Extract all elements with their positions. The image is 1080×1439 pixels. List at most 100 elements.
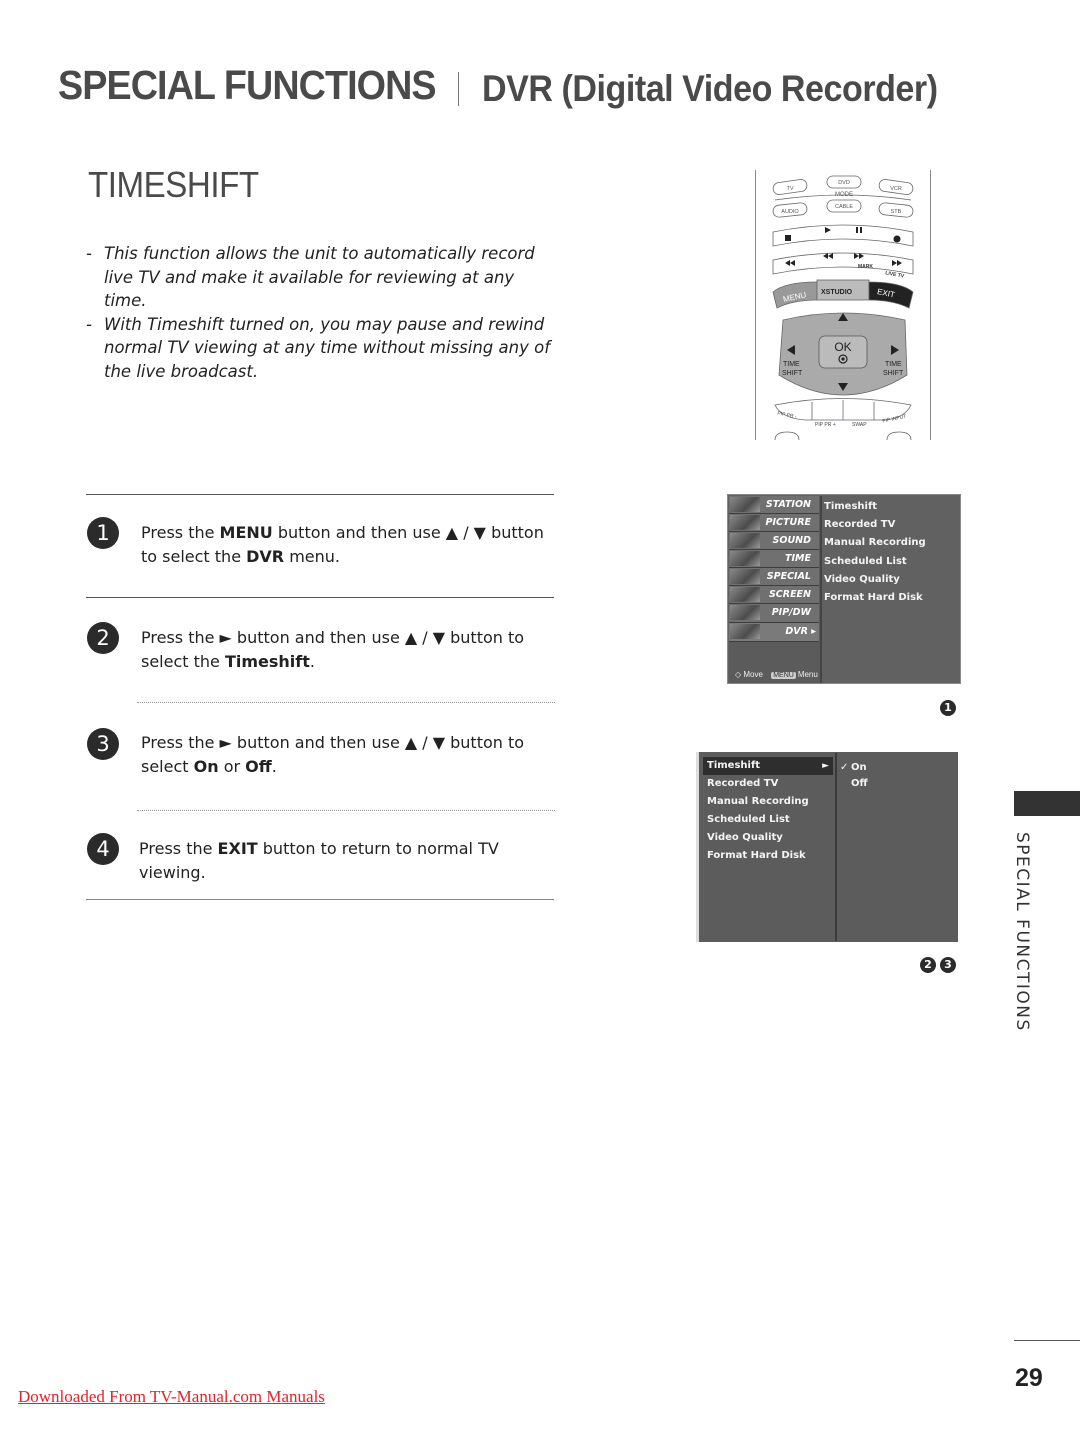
move-icon: ◇: [735, 670, 742, 679]
page-subtitle: DVR (Digital Video Recorder): [482, 68, 938, 109]
menu-item-manual-recording[interactable]: Manual Recording: [700, 793, 835, 811]
intro-bullet: - This function allows the unit to automa…: [86, 244, 535, 311]
vcr-label: VCR: [890, 186, 902, 192]
divider: [86, 597, 554, 598]
timeshift-options-column: ✓ On Off: [837, 753, 957, 941]
menu-category-station[interactable]: STATION: [729, 496, 819, 514]
page-number-rule: [1014, 1340, 1080, 1341]
menu-item-video-quality[interactable]: Video Quality: [824, 571, 926, 589]
divider-dotted: [137, 810, 555, 811]
step-keyword: On: [193, 756, 219, 776]
chapter-label: SPECIAL FUNCTIONS: [1012, 832, 1032, 1032]
dvr-items-column: Timeshift ► Recorded TV Manual Recording …: [700, 753, 837, 941]
stb-label: STB: [891, 209, 902, 215]
step-keyword: Off: [245, 756, 272, 776]
record-icon: [893, 235, 901, 243]
step-number: 4: [87, 833, 119, 865]
step-text-segment: .: [309, 651, 315, 671]
step-text-segment: menu.: [284, 546, 340, 566]
section-title: TIMESHIFT: [88, 164, 259, 205]
title-divider: [458, 72, 459, 106]
step-3-text: Press the ► button and then use ▲ / ▼ bu…: [141, 731, 556, 778]
step-keyword: EXIT: [217, 839, 258, 858]
svg-text:SHIFT: SHIFT: [883, 370, 904, 377]
menu-item-scheduled-list[interactable]: Scheduled List: [824, 553, 926, 571]
check-icon: ✓: [840, 762, 849, 773]
menu-category-sound[interactable]: SOUND: [729, 532, 819, 550]
step-number: 2: [87, 622, 119, 654]
svg-text:SHIFT: SHIFT: [782, 370, 803, 377]
menu-item-manual-recording[interactable]: Manual Recording: [824, 534, 926, 552]
step-number: 3: [87, 728, 119, 760]
figure-marker: 2: [920, 957, 936, 973]
menu-item-recorded-tv[interactable]: Recorded TV: [824, 516, 926, 534]
figure-marker: 1: [940, 700, 956, 716]
menu-category-column: STATION PICTURE SOUND TIME SPECIAL SCREE…: [729, 496, 822, 683]
xstudio-label: XSTUDIO: [821, 289, 853, 296]
step-number: 1: [87, 517, 119, 549]
dvr-submenu-items: Timeshift Recorded TV Manual Recording S…: [824, 498, 926, 607]
step-4-text: Press the EXIT button to return to norma…: [139, 837, 554, 884]
dvr-icon: [730, 624, 760, 639]
menu-item-video-quality[interactable]: Video Quality: [700, 829, 835, 847]
intro-bullet: - With Timeshift turned on, you may pause…: [86, 314, 551, 381]
right-arrow-icon: ►: [822, 761, 829, 771]
divider-dotted: [137, 702, 555, 703]
sound-icon: [730, 533, 760, 548]
chapter-tab: [1014, 791, 1080, 816]
remote-control-illustration: TV DVD VCR AUDIO CABLE STB MODE MARK LIV…: [755, 170, 931, 440]
option-off[interactable]: Off: [837, 776, 957, 792]
pip-pr-plus-label: PIP PR +: [815, 422, 836, 428]
step-keyword: Timeshift: [224, 651, 310, 671]
step-text-segment: Press the: [139, 839, 218, 858]
pipdw-icon: [730, 605, 760, 620]
menu-category-pipdw[interactable]: PIP/DW: [729, 604, 819, 623]
divider: [86, 494, 554, 495]
step-2-text: Press the ► button and then use ▲ / ▼ bu…: [141, 626, 556, 673]
divider: [86, 899, 554, 900]
transport-row-1: [772, 224, 914, 247]
ch-button: [886, 431, 912, 440]
ok-label: OK: [834, 340, 851, 354]
time-shift-left-label: TIME: [783, 361, 800, 368]
menu-category-dvr[interactable]: DVR ▸: [729, 623, 819, 642]
menu-category-screen[interactable]: SCREEN: [729, 586, 819, 604]
stop-icon: [785, 235, 791, 241]
tv-label: TV: [786, 186, 793, 192]
vol-button: [774, 431, 800, 440]
picture-icon: [730, 515, 760, 530]
menu-item-timeshift-selected[interactable]: Timeshift ►: [703, 757, 833, 775]
step-text-segment: .: [271, 756, 277, 776]
step-text-segment: Press the ► button and then use ▲ / ▼ bu…: [141, 628, 525, 671]
page-number: 29: [1015, 1364, 1043, 1392]
step-keyword: MENU: [219, 523, 273, 542]
pause-icon: [856, 227, 858, 233]
step-1-text: Press the MENU button and then use ▲ / ▼…: [141, 521, 556, 568]
menu-item-format-hard-disk[interactable]: Format Hard Disk: [700, 847, 835, 865]
menu-item-format-hard-disk[interactable]: Format Hard Disk: [824, 589, 926, 607]
menu-item-scheduled-list[interactable]: Scheduled List: [700, 811, 835, 829]
page-title: SPECIAL FUNCTIONS: [58, 62, 437, 108]
menu-footer: ◇ Move MENU Menu: [735, 670, 818, 679]
menu-item-timeshift[interactable]: Timeshift: [824, 498, 926, 516]
step-keyword: DVR: [246, 546, 285, 566]
timeshift-menu: Timeshift ► Recorded TV Manual Recording …: [696, 752, 958, 942]
step-text-segment: Press the: [141, 523, 220, 542]
option-on[interactable]: ✓ On: [837, 760, 957, 776]
station-icon: [730, 497, 760, 512]
time-shift-right-label: TIME: [885, 361, 902, 368]
menu-category-time[interactable]: TIME: [729, 550, 819, 568]
step-text-segment: or: [218, 756, 246, 776]
menu-item-recorded-tv[interactable]: Recorded TV: [700, 775, 835, 793]
menu-category-special[interactable]: SPECIAL: [729, 568, 819, 586]
cable-label: CABLE: [835, 204, 853, 210]
audio-label: AUDIO: [781, 209, 799, 215]
special-icon: [730, 569, 760, 584]
dvd-label: DVD: [838, 180, 850, 186]
download-source-link[interactable]: Downloaded From TV-Manual.com Manuals: [18, 1387, 325, 1407]
time-icon: [730, 551, 760, 566]
menu-key-icon: MENU: [771, 672, 796, 679]
intro-bullets: - This function allows the unit to automa…: [86, 242, 556, 384]
figure-marker: 3: [940, 957, 956, 973]
menu-category-picture[interactable]: PICTURE: [729, 514, 819, 532]
